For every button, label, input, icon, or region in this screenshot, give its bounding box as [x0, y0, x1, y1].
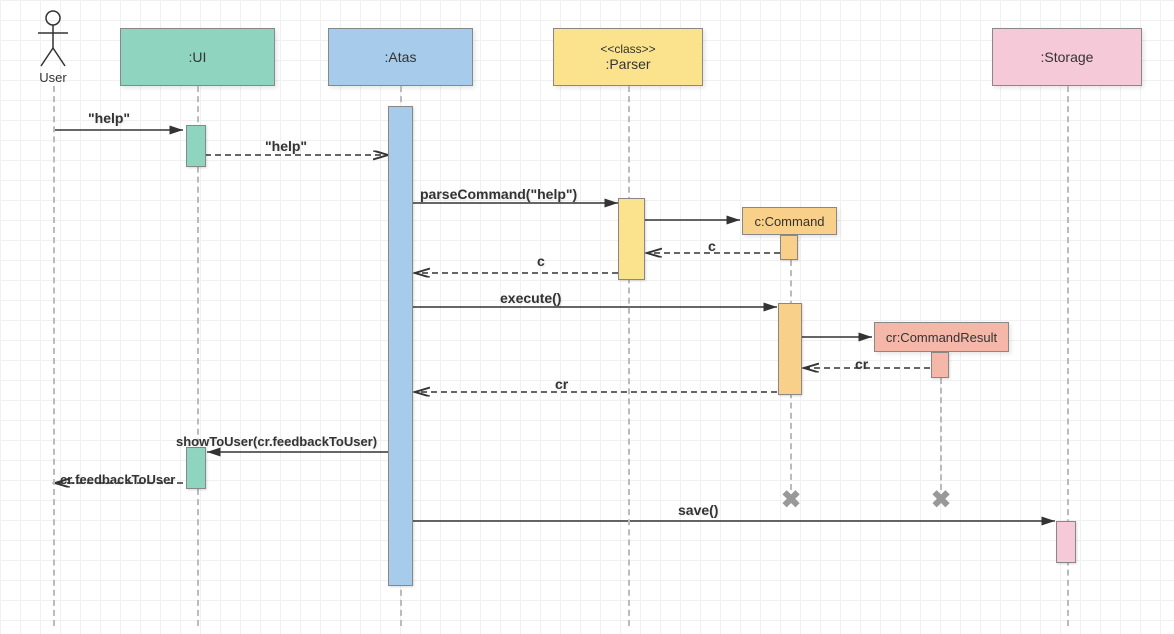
msg-cr-2: cr — [555, 376, 568, 392]
msg-parsecommand: parseCommand("help") — [420, 186, 577, 202]
participant-atas-label: :Atas — [385, 49, 417, 65]
participant-atas: :Atas — [328, 28, 473, 86]
participant-parser-stereotype: <<class>> — [600, 42, 655, 56]
destroy-command-icon: ✖ — [781, 486, 801, 515]
participant-parser-label: :Parser — [605, 56, 650, 72]
participant-storage: :Storage — [992, 28, 1142, 86]
msg-c-2: c — [537, 253, 545, 269]
lifeline-ui — [197, 86, 199, 626]
actor-user: User — [33, 8, 73, 85]
participant-commandresult: cr:CommandResult — [874, 322, 1009, 352]
lifeline-user — [53, 86, 55, 626]
lifeline-commandresult — [940, 378, 942, 490]
participant-command-label: c:Command — [754, 214, 824, 229]
msg-showtouser: showToUser(cr.feedbackToUser) — [176, 434, 377, 449]
actor-label: User — [33, 70, 73, 85]
activation-ui-1 — [186, 125, 206, 167]
msg-cr-1: cr — [855, 356, 868, 372]
activation-command-1 — [780, 235, 798, 260]
activation-storage — [1056, 521, 1076, 563]
destroy-commandresult-icon: ✖ — [931, 486, 951, 515]
stick-figure-icon — [33, 8, 73, 68]
participant-ui-label: :UI — [189, 49, 207, 65]
sequence-diagram: User :UI :Atas <<class>> :Parser :Storag… — [0, 0, 1174, 634]
participant-storage-label: :Storage — [1041, 49, 1094, 65]
msg-help-1: "help" — [88, 110, 130, 126]
activation-cr — [931, 352, 949, 378]
activation-parser — [618, 198, 645, 280]
activation-ui-2 — [186, 447, 206, 489]
activation-atas — [388, 106, 413, 586]
msg-help-2: "help" — [265, 138, 307, 154]
participant-command: c:Command — [742, 207, 837, 235]
msg-feedback: cr.feedbackToUser — [60, 472, 175, 487]
msg-execute: execute() — [500, 290, 561, 306]
participant-parser: <<class>> :Parser — [553, 28, 703, 86]
msg-c-1: c — [708, 238, 716, 254]
arrows-layer — [0, 0, 1174, 634]
participant-commandresult-label: cr:CommandResult — [886, 330, 997, 345]
msg-save: save() — [678, 502, 718, 518]
participant-ui: :UI — [120, 28, 275, 86]
lifeline-parser — [628, 86, 630, 626]
activation-command-2 — [778, 303, 802, 395]
